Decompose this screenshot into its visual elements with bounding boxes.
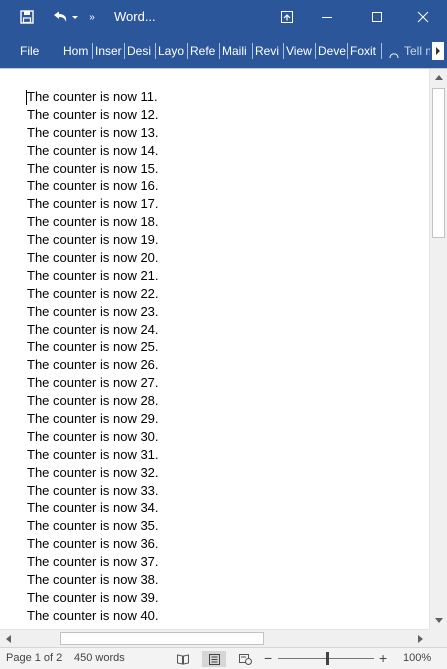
status-bar: Page 1 of 2 450 words − + 100%: [0, 647, 447, 669]
horizontal-scrollbar[interactable]: [0, 629, 429, 647]
paragraph: The counter is now 37.: [27, 554, 159, 570]
paragraph: The counter is now 13.: [27, 124, 159, 140]
zoom-out-button[interactable]: −: [264, 648, 272, 669]
paragraph: The counter is now 32.: [27, 464, 159, 480]
print-layout-icon[interactable]: [202, 651, 226, 667]
paragraph: The counter is now 28.: [27, 393, 159, 409]
scroll-left-icon[interactable]: [0, 630, 17, 647]
tab-mailings[interactable]: Maili: [222, 34, 250, 68]
ribbon-tabs: File Hom Inser Desi Layo Refe Maili Revi…: [0, 34, 447, 68]
maximize-icon[interactable]: [360, 0, 394, 34]
document-body[interactable]: The counter is now 11. The counter is no…: [27, 88, 159, 625]
paragraph: The counter is now 38.: [27, 572, 159, 588]
zoom-slider-thumb[interactable]: [326, 652, 329, 665]
scrollbar-corner: [429, 629, 447, 647]
zoom-level[interactable]: 100%: [403, 648, 431, 669]
paragraph: The counter is now 31.: [27, 446, 159, 462]
paragraph: The counter is now 19.: [27, 232, 159, 248]
tab-foxit[interactable]: Foxit: [350, 34, 380, 68]
paragraph: The counter is now 21.: [27, 267, 159, 283]
read-mode-icon[interactable]: [174, 651, 192, 667]
paragraph: The counter is now 35.: [27, 518, 159, 534]
scroll-up-icon[interactable]: [430, 69, 447, 86]
tab-view[interactable]: View: [286, 34, 315, 68]
tab-design[interactable]: Desi: [127, 34, 154, 68]
vertical-scroll-thumb[interactable]: [432, 88, 445, 238]
paragraph: The counter is now 24.: [27, 321, 159, 337]
paragraph: The counter is now 17.: [27, 196, 159, 212]
tab-separator: [124, 43, 125, 59]
scroll-right-icon[interactable]: [412, 630, 429, 647]
tab-separator: [219, 43, 220, 59]
paragraph: The counter is now 34.: [27, 500, 159, 516]
scroll-down-icon[interactable]: [430, 612, 447, 629]
tab-separator: [381, 43, 382, 59]
horizontal-scroll-thumb[interactable]: [60, 632, 264, 645]
page-count[interactable]: Page 1 of 2: [6, 648, 62, 669]
paragraph: The counter is now 23.: [27, 303, 159, 319]
save-icon[interactable]: [14, 0, 40, 34]
tab-separator: [92, 43, 93, 59]
tab-separator: [283, 43, 284, 59]
title-bar: » Word...: [0, 0, 447, 34]
paragraph: The counter is now 15.: [27, 160, 159, 176]
paragraph: The counter is now 14.: [27, 142, 159, 158]
paragraph: The counter is now 30.: [27, 428, 159, 444]
paragraph: The counter is now 16.: [27, 178, 159, 194]
paragraph: The counter is now 22.: [27, 285, 159, 301]
paragraph: The counter is now 25.: [27, 339, 159, 355]
paragraph: The counter is now 12.: [27, 106, 159, 122]
paragraph: The counter is now 18.: [27, 214, 159, 230]
tab-references[interactable]: Refe: [190, 34, 218, 68]
tab-home[interactable]: Hom: [63, 34, 91, 68]
document-page[interactable]: The counter is now 11. The counter is no…: [0, 69, 429, 629]
paragraph: The counter is now 26.: [27, 357, 159, 373]
minimize-icon[interactable]: [310, 0, 344, 34]
tell-me-search[interactable]: Tell m: [404, 34, 430, 68]
zoom-in-button[interactable]: +: [379, 648, 387, 669]
paragraph: The counter is now 27.: [27, 375, 159, 391]
web-layout-icon[interactable]: [236, 651, 254, 667]
paragraph: The counter is now 39.: [27, 589, 159, 605]
window-title: Word...: [114, 9, 156, 24]
tab-separator: [187, 43, 188, 59]
paragraph: The counter is now 36.: [27, 536, 159, 552]
tab-file[interactable]: File: [20, 34, 46, 68]
word-count[interactable]: 450 words: [74, 648, 125, 669]
customize-qat-icon[interactable]: »: [84, 0, 100, 34]
vertical-scrollbar[interactable]: [429, 69, 447, 629]
paragraph: The counter is now 33.: [27, 482, 159, 498]
close-icon[interactable]: [408, 0, 438, 34]
tab-separator: [347, 43, 348, 59]
tab-layout[interactable]: Layo: [158, 34, 186, 68]
tab-separator: [155, 43, 156, 59]
ribbon-scroll-right-icon[interactable]: [432, 42, 444, 60]
paragraph: The counter is now 29.: [27, 411, 159, 427]
paragraph: The counter is now 11.: [27, 89, 158, 104]
ribbon-display-options-icon[interactable]: [274, 0, 300, 34]
paragraph: The counter is now 20.: [27, 250, 159, 266]
paragraph: The counter is now 40.: [27, 607, 159, 623]
undo-icon[interactable]: [48, 0, 82, 34]
tab-insert[interactable]: Inser: [95, 34, 124, 68]
undo-dropdown-icon[interactable]: [72, 16, 78, 19]
tab-developer[interactable]: Deve: [318, 34, 346, 68]
lightbulb-icon: [389, 45, 401, 58]
tab-separator: [252, 43, 253, 59]
tab-separator: [315, 43, 316, 59]
tab-review[interactable]: Revi: [255, 34, 282, 68]
